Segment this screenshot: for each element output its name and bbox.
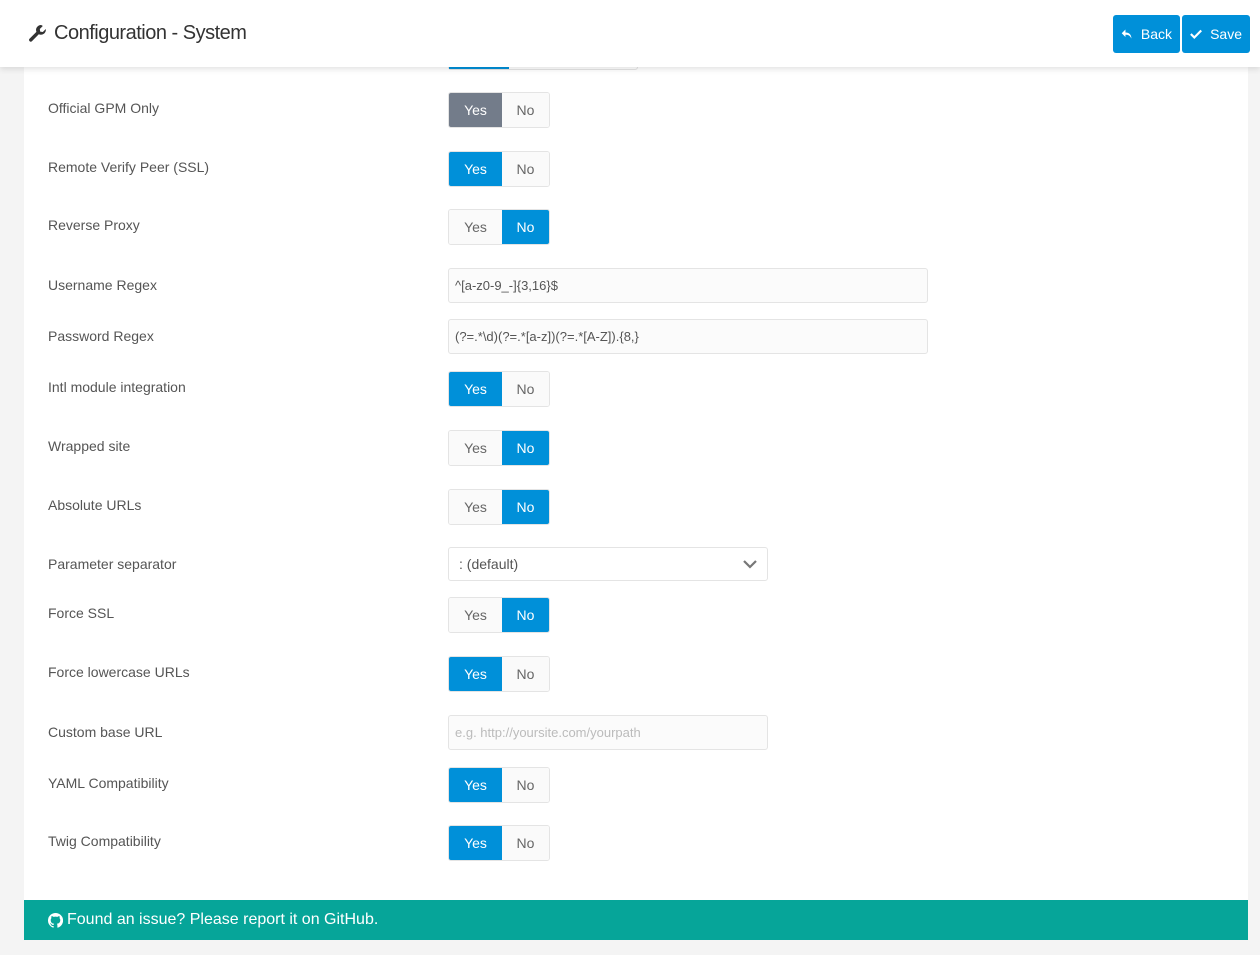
back-button[interactable]: Back [1113, 15, 1180, 53]
toggle-no[interactable]: No [502, 431, 549, 465]
save-button[interactable]: Save [1182, 15, 1250, 53]
github-icon [48, 912, 63, 928]
toggle-no[interactable]: No [502, 93, 549, 127]
yes-no-toggle[interactable]: Yes No [448, 430, 550, 466]
field-label: YAML Compatibility [48, 775, 169, 791]
toggle-yes[interactable]: Yes [449, 598, 502, 632]
yes-no-toggle[interactable]: Yes No [448, 825, 550, 861]
toggle-no[interactable]: No [502, 768, 549, 802]
yes-no-toggle[interactable]: Yes No [448, 767, 550, 803]
text-input[interactable]: ^[a-z0-9_-]{3,16}$ [448, 268, 928, 303]
toggle-yes[interactable]: Yes [449, 152, 502, 186]
yes-no-toggle[interactable]: Yes No [448, 489, 550, 525]
field-label: Username Regex [48, 277, 157, 293]
field-label: Absolute URLs [48, 497, 142, 513]
toggle-yes[interactable]: Yes [449, 93, 502, 127]
yes-no-toggle[interactable]: Yes No [448, 151, 550, 187]
toggle-yes[interactable]: Yes [449, 431, 502, 465]
field-label: Force SSL [48, 605, 115, 621]
toggle-no[interactable]: No [502, 826, 549, 860]
field-label: Twig Compatibility [48, 833, 161, 849]
text-input[interactable]: e.g. http://yoursite.com/yourpath [448, 715, 768, 750]
toggle-yes[interactable]: Yes [449, 210, 502, 244]
field-label: Remote Verify Peer (SSL) [48, 159, 210, 175]
github-footer[interactable]: Found an issue? Please report it on GitH… [24, 900, 1248, 940]
field-label: Force lowercase URLs [48, 664, 190, 680]
toggle-no[interactable]: No [502, 490, 549, 524]
field-label: Official GPM Only [48, 100, 159, 116]
content-card [24, 0, 1248, 900]
yes-no-toggle[interactable]: Yes No [448, 209, 550, 245]
parameter-separator-select[interactable]: : (default) [448, 547, 768, 581]
yes-no-toggle[interactable]: Yes No [448, 597, 550, 633]
toggle-no[interactable]: No [502, 598, 549, 632]
page-title: Configuration - System [28, 22, 247, 45]
header: Configuration - System Back Save [0, 0, 1260, 67]
toggle-yes[interactable]: Yes [449, 768, 502, 802]
toggle-yes[interactable]: Yes [449, 372, 502, 406]
toggle-yes[interactable]: Yes [449, 826, 502, 860]
yes-no-toggle[interactable]: Yes No [448, 656, 550, 692]
yes-no-toggle[interactable]: Yes No [448, 92, 550, 128]
toggle-no[interactable]: No [502, 152, 549, 186]
field-label: Custom base URL [48, 724, 163, 740]
text-input[interactable]: (?=.*\d)(?=.*[a-z])(?=.*[A-Z]).{8,} [448, 319, 928, 354]
check-icon [1190, 29, 1202, 39]
toggle-no[interactable]: No [502, 657, 549, 691]
toggle-no[interactable]: No [502, 210, 549, 244]
field-label: Reverse Proxy [48, 217, 140, 233]
yes-no-toggle[interactable]: Yes No [448, 371, 550, 407]
chevron-down-icon [743, 559, 757, 569]
field-label: Password Regex [48, 328, 154, 344]
field-label: Wrapped site [48, 438, 131, 454]
toggle-yes[interactable]: Yes [449, 657, 502, 691]
wrench-icon [29, 24, 46, 42]
field-label: Parameter separator [48, 556, 177, 572]
toggle-yes[interactable]: Yes [449, 490, 502, 524]
field-label: Intl module integration [48, 379, 186, 395]
toggle-no[interactable]: No [502, 372, 549, 406]
reply-icon [1121, 29, 1132, 39]
